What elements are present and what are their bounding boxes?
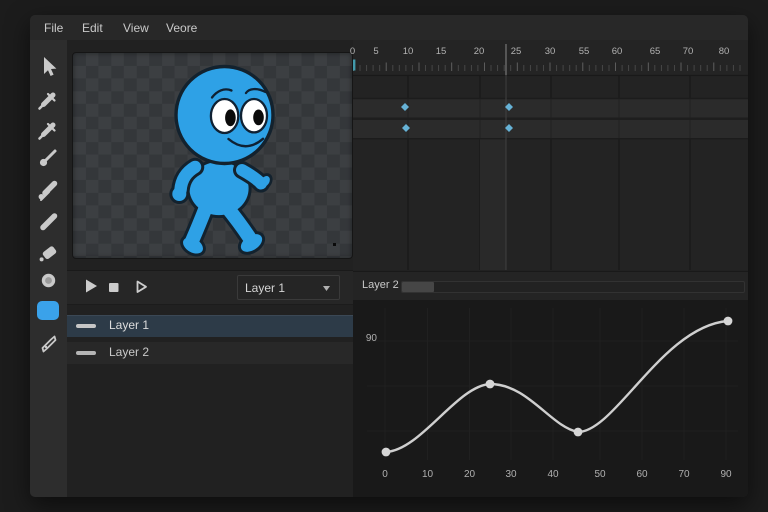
svg-text:50: 50 — [594, 469, 606, 480]
svg-text:80: 80 — [719, 46, 730, 57]
svg-text:60: 60 — [612, 46, 623, 57]
svg-text:30: 30 — [545, 46, 556, 57]
svg-text:0: 0 — [350, 46, 355, 57]
svg-text:15: 15 — [436, 46, 447, 57]
svg-text:0: 0 — [382, 469, 388, 480]
svg-text:25: 25 — [511, 46, 522, 57]
svg-text:90: 90 — [366, 333, 378, 344]
svg-text:20: 20 — [464, 469, 476, 480]
svg-text:20: 20 — [474, 46, 485, 57]
svg-text:55: 55 — [579, 46, 590, 57]
svg-text:60: 60 — [636, 469, 648, 480]
svg-text:90: 90 — [720, 469, 732, 480]
svg-text:70: 70 — [678, 469, 690, 480]
svg-text:70: 70 — [683, 46, 694, 57]
svg-text:30: 30 — [505, 469, 517, 480]
svg-text:40: 40 — [547, 469, 559, 480]
svg-text:10: 10 — [422, 469, 434, 480]
svg-text:5: 5 — [373, 46, 378, 57]
svg-text:65: 65 — [650, 46, 661, 57]
svg-text:10: 10 — [403, 46, 414, 57]
